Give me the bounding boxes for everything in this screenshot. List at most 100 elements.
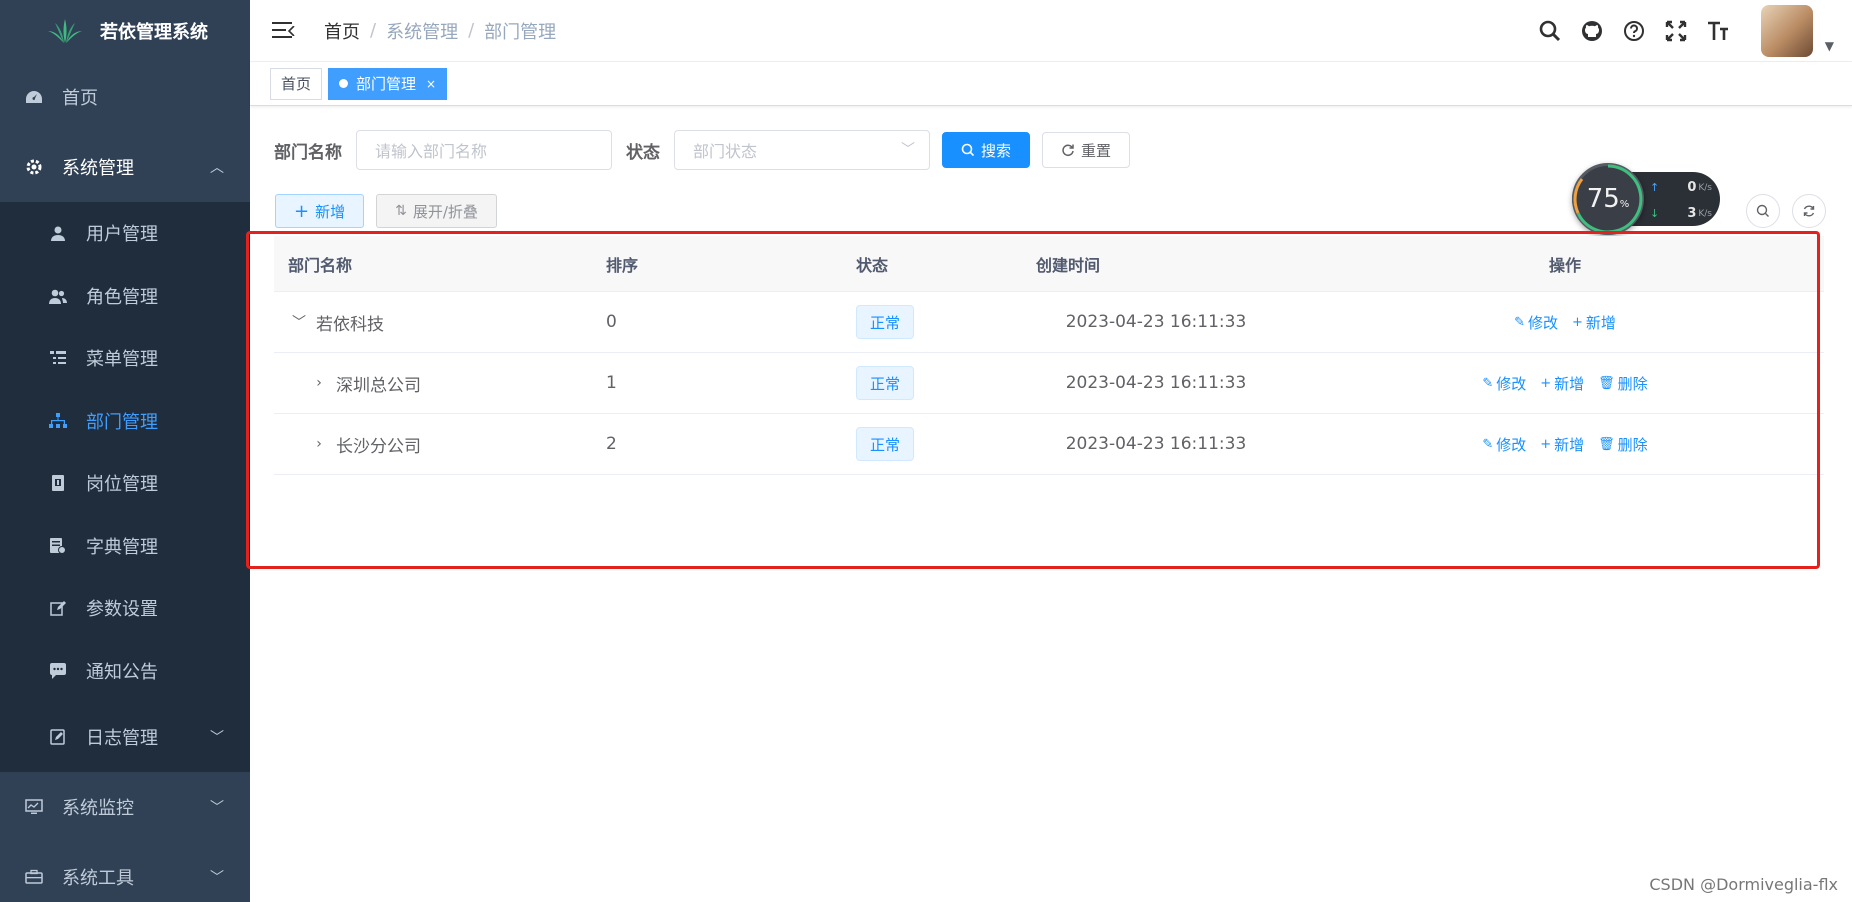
sidebar-item-notice[interactable]: 通知公告 xyxy=(0,640,250,703)
add-button[interactable]: + 新增 xyxy=(275,194,365,228)
sidebar-item-label: 角色管理 xyxy=(86,286,158,308)
sidebar-item-role[interactable]: 角色管理 xyxy=(0,265,250,328)
status-badge: 正常 xyxy=(856,366,914,400)
tree-icon xyxy=(48,411,68,431)
add-label: 新增 xyxy=(1554,374,1585,393)
toggle-search-button[interactable] xyxy=(1746,194,1780,228)
cell-name: ﹀ 若依科技 xyxy=(274,310,606,335)
menu-item-home[interactable]: 首页 xyxy=(0,62,250,132)
edit-button[interactable]: ✎ 修改 xyxy=(1482,434,1526,455)
search-icon[interactable] xyxy=(1539,20,1561,42)
dept-table: 部门名称 排序 状态 创建时间 操作 ﹀ 若依科技 0 正常 2023-04-2… xyxy=(274,236,1824,475)
cell-status: 正常 xyxy=(856,427,1006,461)
search-icon xyxy=(1756,204,1769,217)
search-button[interactable]: 搜索 xyxy=(942,132,1031,168)
peoples-icon xyxy=(48,286,68,306)
download-speed: ↓ 3 K/s xyxy=(1650,206,1712,221)
chevron-right-icon[interactable]: › xyxy=(308,375,330,391)
add-label: 新增 xyxy=(1585,313,1616,332)
status-badge: 正常 xyxy=(856,305,914,339)
fullscreen-icon[interactable] xyxy=(1665,20,1687,42)
breadcrumb-home[interactable]: 首页 xyxy=(324,18,360,44)
github-icon[interactable] xyxy=(1581,20,1603,42)
sidebar-item-label: 日志管理 xyxy=(86,728,158,749)
dept-name-placeholder: 请输入部门名称 xyxy=(375,142,488,161)
delete-button[interactable]: 🗑 删除 xyxy=(1598,373,1648,394)
col-header-order: 排序 xyxy=(606,255,639,275)
cell-order: 1 xyxy=(606,373,617,393)
edit-button[interactable]: ✎ 修改 xyxy=(1514,312,1558,333)
edit-icon: ✎ xyxy=(1482,375,1494,391)
ops-header-label: 操作 xyxy=(1548,255,1581,275)
add-child-button[interactable]: + 新增 xyxy=(1572,312,1616,333)
chevron-down-icon[interactable]: ﹀ xyxy=(288,312,310,332)
logo[interactable]: 若依管理系统 xyxy=(0,0,250,62)
dept-name-input[interactable]: 请输入部门名称 xyxy=(356,130,612,170)
sidebar-item-label: 字典管理 xyxy=(86,536,158,558)
watermark: CSDN @Dormiveglia-flx xyxy=(1649,875,1838,894)
monitor-icon xyxy=(24,797,44,817)
cell-order: 2 xyxy=(606,434,617,454)
sidebar-item-label: 菜单管理 xyxy=(86,349,158,371)
caret-down-icon[interactable]: ▼ xyxy=(1825,39,1834,53)
font-size-icon[interactable] xyxy=(1707,20,1729,42)
table-row: ﹀ 若依科技 0 正常 2023-04-23 16:11:33 ✎ 修改 + 新增 xyxy=(274,292,1824,353)
dept-name: 长沙分公司 xyxy=(336,436,421,457)
status-badge: 正常 xyxy=(856,427,914,461)
edit-label: 修改 xyxy=(1496,374,1527,393)
breadcrumb-separator: / xyxy=(468,20,475,41)
navbar: 首页 / 系统管理 / 部门管理 ▼ xyxy=(250,0,1852,62)
sidebar-item-label: 部门管理 xyxy=(86,411,158,433)
edit-icon: ✎ xyxy=(1514,314,1525,330)
expand-collapse-button[interactable]: ⇅ 展开/折叠 xyxy=(376,194,497,228)
close-icon[interactable]: × xyxy=(426,77,436,91)
help-icon[interactable] xyxy=(1623,20,1645,42)
edit-label: 修改 xyxy=(1496,435,1527,454)
hamburger-icon[interactable] xyxy=(272,21,295,40)
sidebar-item-config[interactable]: 参数设置 xyxy=(0,577,250,640)
add-label: 新增 xyxy=(1554,435,1585,454)
menu-item-tool[interactable]: 系统工具 ﹀ xyxy=(0,842,250,902)
col-header-name: 部门名称 xyxy=(288,255,353,275)
chevron-right-icon[interactable]: › xyxy=(308,436,330,452)
sidebar-item-menu[interactable]: 菜单管理 xyxy=(0,327,250,390)
sidebar-item-label: 岗位管理 xyxy=(86,474,158,496)
sort-icon: ⇅ xyxy=(395,203,407,219)
trash-icon: 🗑 xyxy=(1598,375,1615,391)
sidebar-item-post[interactable]: 岗位管理 xyxy=(0,452,250,515)
edit-icon xyxy=(48,598,68,618)
add-button-label: 新增 xyxy=(315,202,346,221)
sidebar-item-dict[interactable]: 字典管理 xyxy=(0,515,250,578)
add-child-button[interactable]: + 新增 xyxy=(1540,434,1584,455)
tag-dept[interactable]: 部门管理 × xyxy=(328,67,448,100)
toolbox-icon xyxy=(24,867,44,887)
breadcrumb: 首页 / 系统管理 / 部门管理 xyxy=(324,18,556,44)
status-select[interactable]: 部门状态 ﹀ xyxy=(674,130,930,170)
post-icon xyxy=(48,473,68,493)
refresh-icon xyxy=(1062,144,1074,157)
col-header-created: 创建时间 xyxy=(1036,255,1101,275)
menu-item-label: 系统管理 xyxy=(62,158,134,179)
edit-button[interactable]: ✎ 修改 xyxy=(1482,373,1526,394)
sidebar-item-user[interactable]: 用户管理 xyxy=(0,202,250,265)
plus-icon: + xyxy=(294,200,310,222)
refresh-button[interactable] xyxy=(1792,194,1826,228)
cell-created: 2023-04-23 16:11:33 xyxy=(1065,373,1247,393)
cell-status: 正常 xyxy=(856,366,1006,400)
menu-item-monitor[interactable]: 系统监控 ﹀ xyxy=(0,772,250,842)
add-child-button[interactable]: + 新增 xyxy=(1540,373,1584,394)
trash-icon: 🗑 xyxy=(1598,436,1615,452)
reset-button[interactable]: 重置 xyxy=(1042,132,1131,168)
active-dot-icon xyxy=(339,79,349,88)
cell-name: › 深圳总公司 xyxy=(274,371,606,396)
avatar[interactable] xyxy=(1760,5,1813,57)
sidebar-item-dept[interactable]: 部门管理 xyxy=(0,390,250,453)
sidebar-item-label: 通知公告 xyxy=(86,661,158,683)
tag-home[interactable]: 首页 xyxy=(270,67,323,100)
table-row: › 深圳总公司 1 正常 2023-04-23 16:11:33 ✎ 修改 + 新增… xyxy=(274,353,1824,414)
sidebar-item-log[interactable]: 日志管理 ﹀ xyxy=(0,702,250,772)
menu-item-system[interactable]: 系统管理 ︿ xyxy=(0,132,250,202)
tree-table-icon xyxy=(48,348,68,368)
cell-status: 正常 xyxy=(856,305,1006,339)
delete-button[interactable]: 🗑 删除 xyxy=(1598,434,1648,455)
